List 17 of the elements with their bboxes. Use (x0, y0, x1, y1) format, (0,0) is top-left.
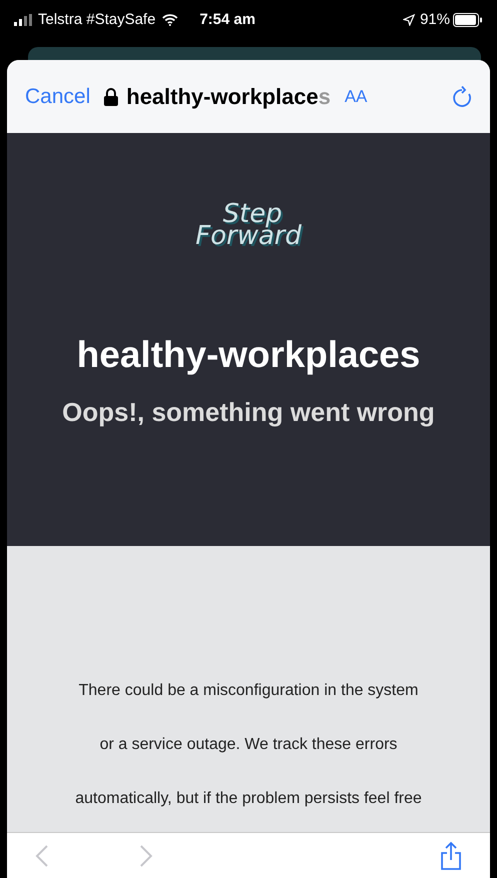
error-message: There could be a misconfiguration in the system or a service outage. We track these errors automatically, but if the problem persists feel free (75, 681, 422, 809)
cancel-button[interactable]: Cancel (25, 80, 90, 112)
page-url: healthy-workplaces (126, 83, 331, 111)
site-title: healthy-workplaces (76, 333, 420, 377)
reload-icon[interactable] (452, 86, 472, 108)
battery-icon (453, 13, 483, 27)
location-arrow-icon (402, 14, 415, 26)
wifi-icon (162, 14, 178, 26)
step-forward-logo: Step Forward (196, 201, 302, 249)
lock-icon (104, 88, 118, 106)
carrier-name: Telstra #StaySafe (38, 10, 156, 30)
share-icon[interactable] (440, 840, 462, 870)
text-size-button[interactable]: AA (344, 84, 368, 110)
error-heading: Oops!, something went wrong (62, 396, 435, 428)
clock-time: 7:54 am (200, 10, 256, 30)
battery-percent: 91% (420, 10, 450, 30)
signal-icon (14, 14, 34, 26)
